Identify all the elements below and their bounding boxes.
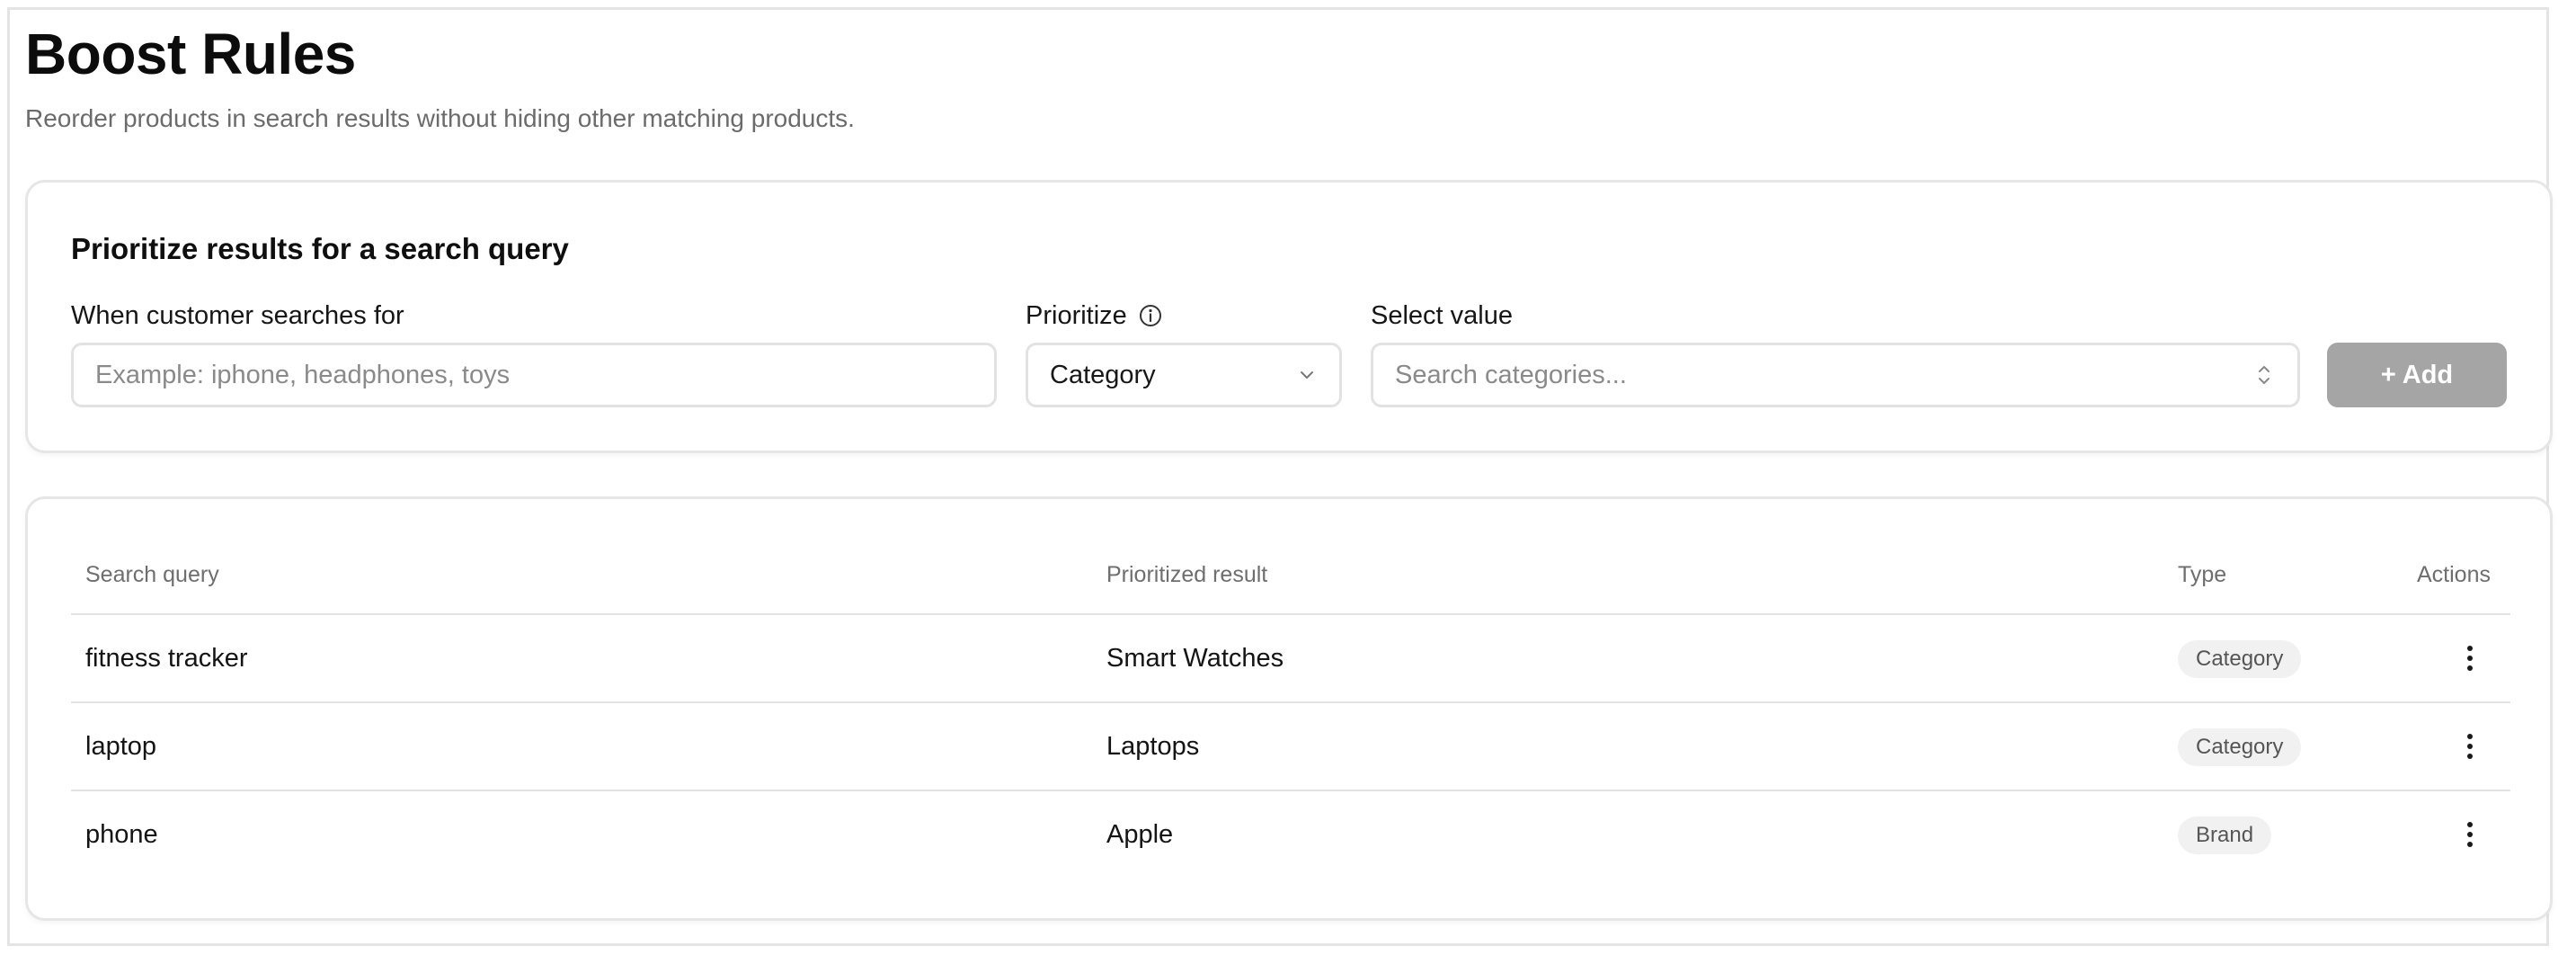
boost-rules-table-card: Search query Prioritized result Type Act… [25,496,2553,921]
page-subtitle: Reorder products in search results witho… [25,104,855,132]
select-value-combobox[interactable]: Search categories... [1371,343,2300,407]
info-circle-icon[interactable] [1138,303,1163,328]
select-value-placeholder: Search categories... [1395,361,1627,389]
chevron-up-down-icon [2259,366,2270,384]
table-row: fitness tracker Smart Watches Category [71,615,2510,703]
prioritize-select[interactable]: Category [1026,343,1342,407]
column-header-prioritized-result: Prioritized result [1106,562,1268,587]
search-query-input[interactable]: Example: iphone, headphones, toys [71,343,997,407]
column-header-actions: Actions [2417,562,2491,587]
table-row: phone Apple Brand [71,791,2510,879]
form-title: Prioritize results for a search query [71,232,569,265]
more-vertical-icon[interactable] [2460,638,2480,678]
prioritize-select-value: Category [1050,361,1156,389]
row-search-query: fitness tracker [85,644,248,673]
select-value-label-text: Select value [1371,301,1513,330]
type-badge: Category [2178,640,2302,678]
search-query-placeholder: Example: iphone, headphones, toys [95,361,511,389]
more-vertical-icon[interactable] [2460,815,2480,854]
table-row: laptop Laptops Category [71,703,2510,791]
prioritize-label-text: Prioritize [1026,301,1127,330]
row-prioritized-result: Apple [1106,820,1174,849]
boost-rule-form-card: Prioritize results for a search query Wh… [25,180,2553,453]
row-search-query: phone [85,820,158,849]
column-header-search-query: Search query [85,562,219,587]
query-label-text: When customer searches for [71,301,404,330]
column-header-type: Type [2178,562,2227,587]
more-vertical-icon[interactable] [2460,727,2480,766]
type-badge: Category [2178,728,2302,766]
add-rule-button[interactable]: + Add [2327,343,2507,407]
type-badge: Brand [2178,817,2272,854]
row-prioritized-result: Laptops [1106,732,1200,761]
row-search-query: laptop [85,732,157,761]
query-label: When customer searches for [71,299,404,332]
page-title: Boost Rules [25,22,356,86]
prioritize-label: Prioritize [1026,299,1163,332]
select-value-label: Select value [1371,299,1513,332]
chevron-down-icon [1301,371,1313,379]
row-prioritized-result: Smart Watches [1106,644,1284,673]
